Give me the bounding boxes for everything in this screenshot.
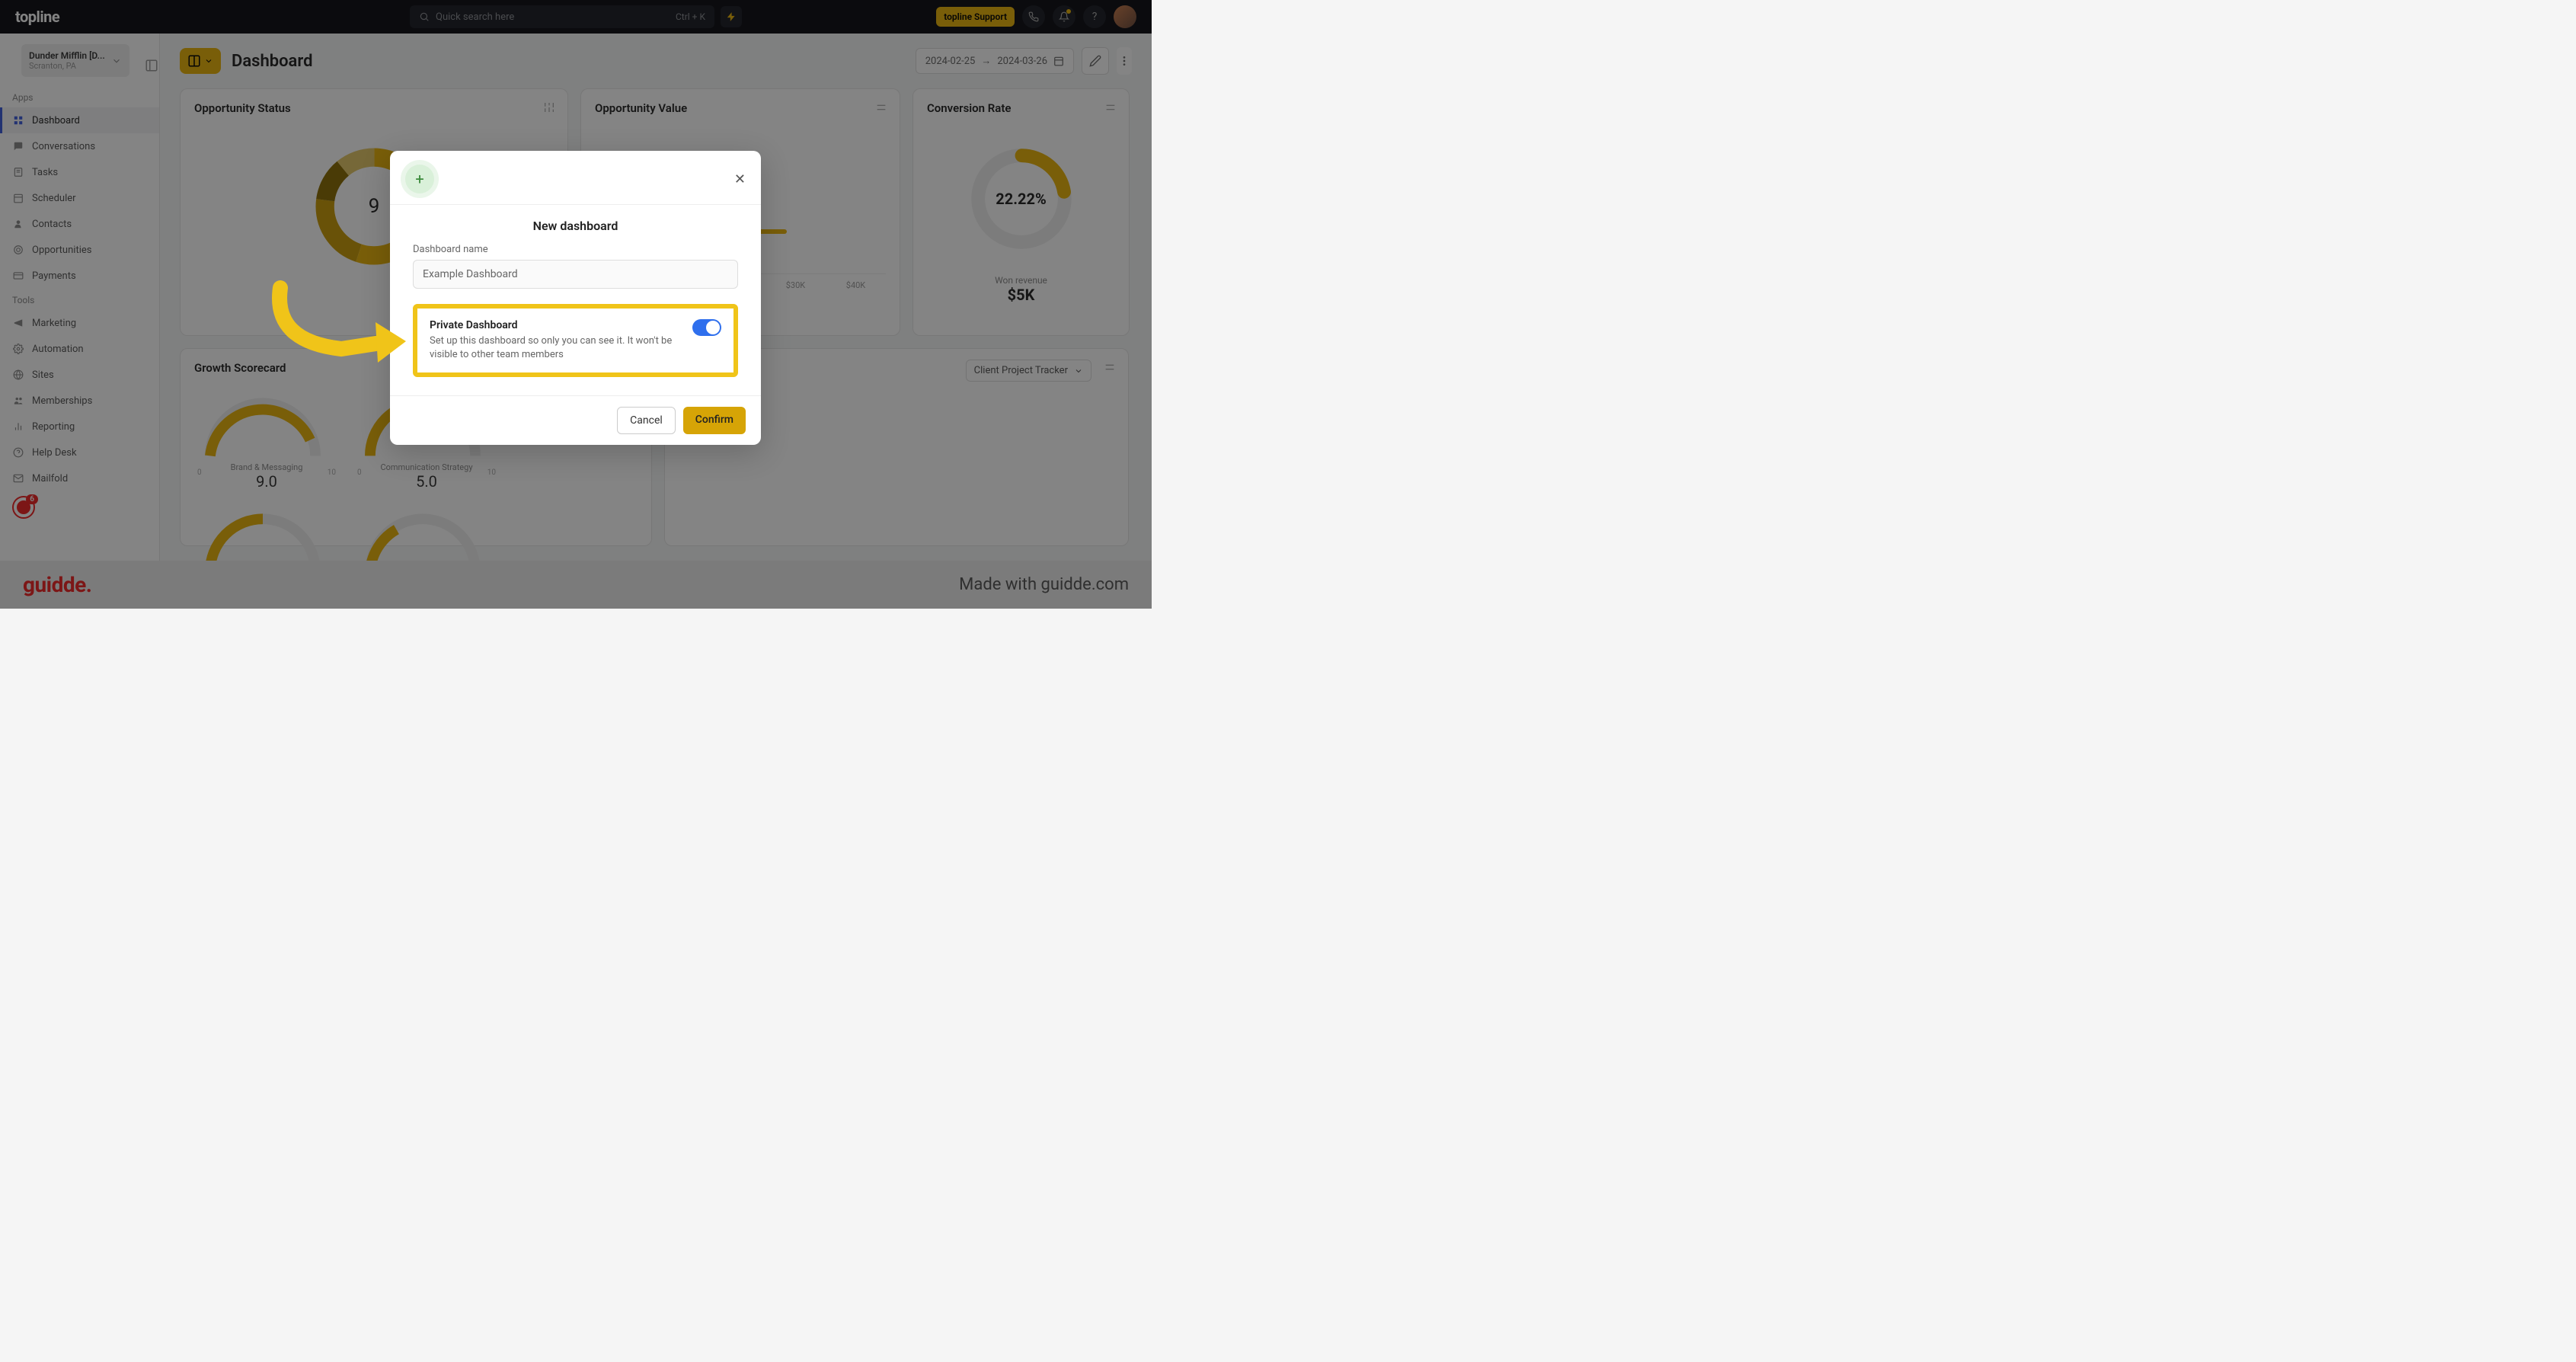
name-field-label: Dashboard name: [413, 244, 738, 255]
private-dashboard-box: Private Dashboard Set up this dashboard …: [413, 304, 738, 377]
private-desc: Set up this dashboard so only you can se…: [430, 334, 683, 362]
modal-title: New dashboard: [413, 219, 738, 233]
cancel-button[interactable]: Cancel: [617, 407, 676, 434]
dashboard-name-input[interactable]: [413, 260, 738, 289]
private-toggle[interactable]: [692, 319, 721, 336]
new-dashboard-modal: + ✕ New dashboard Dashboard name Private…: [390, 151, 761, 445]
private-title: Private Dashboard: [430, 319, 683, 331]
close-button[interactable]: ✕: [734, 171, 746, 187]
plus-icon: +: [405, 165, 434, 193]
confirm-button[interactable]: Confirm: [683, 407, 746, 434]
